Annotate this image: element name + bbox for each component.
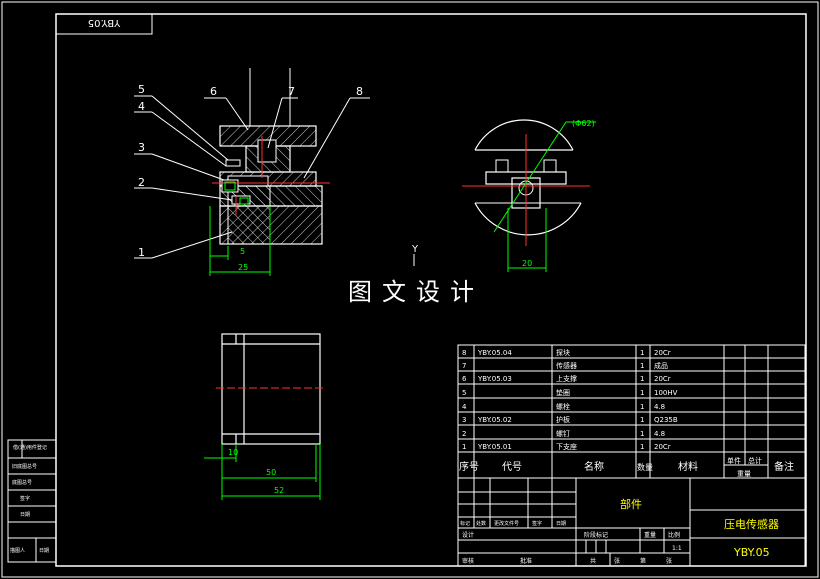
- sheet-label: 张: [614, 557, 620, 565]
- strip-label-4: 日期: [20, 512, 30, 518]
- bom-code: YBY.05.01: [477, 443, 512, 451]
- balloon-1: 1: [138, 246, 145, 259]
- bom-header-remark: 备注: [774, 460, 794, 473]
- bom-name: 螺钉: [556, 429, 570, 438]
- bom-no: 2: [462, 430, 466, 438]
- bom-material: 4.8: [654, 403, 665, 411]
- bom-header-unit-weight: 单件: [727, 456, 741, 465]
- product-name: 压电传感器: [724, 518, 779, 531]
- bom-material: 100HV: [654, 389, 678, 397]
- bom-header-total-weight: 总计: [748, 456, 762, 465]
- bom-no: 6: [462, 375, 467, 383]
- weight-label: 重量: [644, 531, 656, 539]
- bom-rows: 8 YBY.05.04 探块 1 20Cr 7 传感器 1 成品 6 YBY.0…: [462, 348, 678, 451]
- bom-no: 5: [462, 389, 466, 397]
- bom-material: 成品: [654, 361, 668, 370]
- approve-label: 批准: [520, 557, 532, 565]
- bom-material: 20Cr: [654, 349, 671, 357]
- mark-label: 标记: [460, 520, 470, 527]
- bom-qty: 1: [640, 430, 644, 438]
- bom-qty: 1: [640, 349, 644, 357]
- cad-drawing: YBY.05 借(通)用件登记 旧底图总号 底图总号 签字 日期 描图人 日期: [1, 1, 819, 578]
- bom-header-code: 代号: [502, 461, 522, 473]
- bom-qty: 1: [640, 443, 644, 451]
- code-tag: YBY.05: [88, 17, 121, 28]
- bom-material: 4.8: [654, 430, 665, 438]
- bom-qty: 1: [640, 389, 644, 397]
- balloon-5: 5: [138, 83, 145, 96]
- bom-qty: 1: [640, 416, 644, 424]
- dim-50: 50: [266, 468, 276, 477]
- side-view: [462, 119, 596, 272]
- bom-name: 上支撑: [556, 374, 577, 383]
- design-label: 设计: [462, 531, 474, 539]
- bom-header-weight: 重量: [737, 470, 751, 478]
- bottom-dimensions: [204, 444, 321, 500]
- bom-no: 7: [462, 362, 466, 370]
- bom-header-material: 材料: [678, 460, 698, 473]
- strip-label-5: 描图人: [10, 547, 25, 554]
- bom-no: 1: [462, 443, 466, 451]
- bom-header-no: 序号: [459, 460, 479, 473]
- scale-label: 比例: [668, 531, 680, 539]
- bom-name: 传感器: [556, 361, 577, 370]
- bom-name: 螺栓: [556, 402, 570, 411]
- strip-label-0: 借(通)用件登记: [13, 444, 47, 451]
- strip-label-3: 签字: [20, 495, 30, 502]
- bom-no: 3: [462, 416, 466, 424]
- scale-value: 1:1: [672, 545, 682, 552]
- bom-no: 8: [462, 349, 466, 357]
- bom-qty: 1: [640, 403, 644, 411]
- dim-10: 10: [228, 448, 238, 457]
- stage-label: 阶段标记: [584, 531, 608, 539]
- dim-20: 20: [522, 259, 532, 268]
- bom-name: 探块: [556, 348, 570, 357]
- sign-label: 签字: [532, 520, 542, 527]
- watermark: 图文设计: [348, 278, 484, 306]
- dim-5: 5: [240, 247, 245, 256]
- bom-name: 护板: [556, 415, 570, 424]
- qty-label: 处数: [476, 520, 486, 527]
- strip-label-6: 日期: [39, 548, 49, 554]
- bom-no: 4: [462, 403, 467, 411]
- bom-code: YBY.05.03: [477, 375, 512, 383]
- title-block-text: 部件 压电传感器 YBY.05 1:1 标记 处数 更改文件号 签字 日期 设计…: [460, 497, 779, 565]
- balloon-4: 4: [138, 100, 145, 113]
- strip-label-1: 旧底图总号: [12, 463, 37, 470]
- bom-material: 20Cr: [654, 375, 671, 383]
- bom-qty: 1: [640, 375, 644, 383]
- bom-qty: 1: [640, 362, 644, 370]
- bom-header-qty: 数量: [637, 462, 653, 472]
- balloon-6: 6: [210, 85, 217, 98]
- bom-code: YBY.05.02: [477, 416, 512, 424]
- bom-material: Q235B: [654, 416, 678, 424]
- balloon-8: 8: [356, 85, 363, 98]
- check-label: 审核: [462, 557, 474, 565]
- file-label: 更改文件号: [494, 520, 519, 527]
- bom-header: 序号 代号 名称 数量 材料 单件 总计 重量 备注: [459, 456, 794, 478]
- bom-material: 20Cr: [654, 443, 671, 451]
- bottom-view: [221, 333, 321, 445]
- main-section-view: [212, 68, 330, 245]
- part-type: 部件: [620, 497, 642, 511]
- dim-25: 25: [238, 263, 248, 272]
- diameter-label: (Φ62): [572, 119, 595, 128]
- bom-code: YBY.05.04: [477, 349, 512, 357]
- bom-header-name: 名称: [584, 460, 604, 473]
- page-label: 第: [640, 557, 646, 565]
- balloon-2: 2: [138, 176, 145, 189]
- left-strip: [7, 439, 57, 563]
- drawing-code: YBY.05: [733, 546, 770, 559]
- dim-52: 52: [274, 486, 284, 495]
- bom-name: 下支座: [556, 442, 577, 451]
- strip-label-2: 底图总号: [12, 479, 32, 486]
- bom-name: 垫圈: [556, 388, 570, 397]
- axis-label: Y: [411, 244, 419, 255]
- total-label: 共: [590, 557, 596, 565]
- sheet-label-2: 张: [666, 557, 672, 565]
- date-label: 日期: [556, 521, 566, 527]
- balloon-3: 3: [138, 141, 145, 154]
- balloon-7: 7: [288, 85, 295, 98]
